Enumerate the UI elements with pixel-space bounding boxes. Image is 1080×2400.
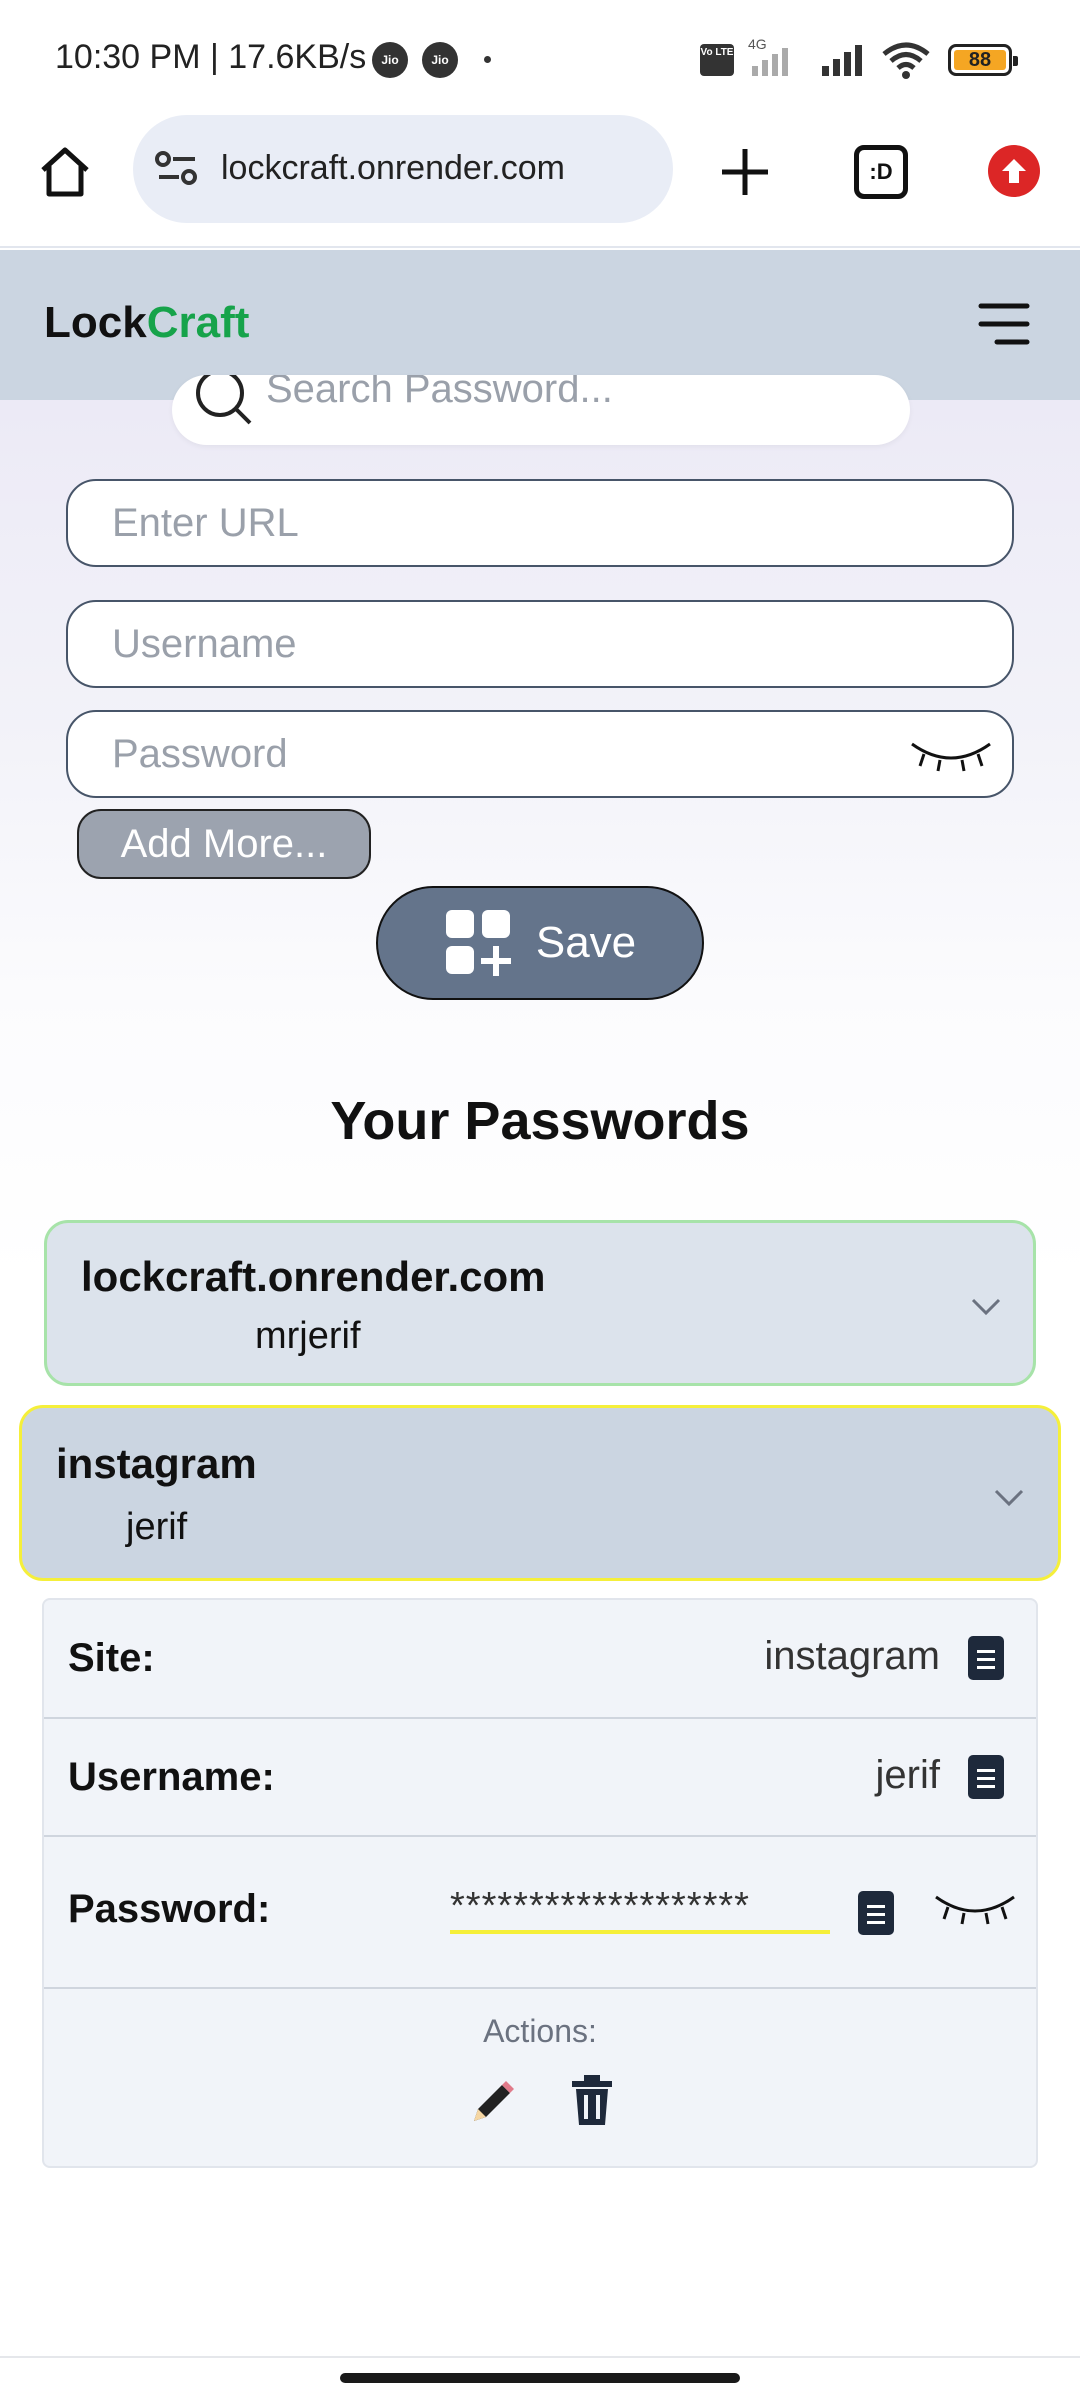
password-placeholder: Password: [112, 732, 288, 776]
chevron-down-icon[interactable]: [971, 1297, 1001, 1317]
add-more-button[interactable]: Add More...: [77, 809, 371, 879]
status-bar: 10:30 PM | 17.6KB/s Jio Jio Vo LTE 4G 88: [0, 0, 1080, 115]
detail-row-password: Password: *******************: [44, 1837, 1036, 1989]
card-username: jerif: [126, 1506, 188, 1548]
url-text: lockcraft.onrender.com: [221, 149, 565, 187]
search-input[interactable]: Search Password...: [172, 375, 910, 445]
detail-row-site: Site: instagram: [44, 1600, 1036, 1719]
add-grid-icon: [445, 910, 511, 976]
chevron-down-icon[interactable]: [994, 1488, 1024, 1508]
gesture-home-bar[interactable]: [340, 2373, 740, 2383]
actions-label: Actions:: [483, 2013, 597, 2049]
copy-icon[interactable]: [858, 1891, 894, 1935]
menu-button[interactable]: [972, 294, 1036, 354]
detail-row-username: Username: jerif: [44, 1719, 1036, 1837]
site-label: Site:: [68, 1636, 155, 1680]
wifi-icon: [882, 42, 930, 79]
search-placeholder: Search Password...: [266, 375, 613, 411]
password-input[interactable]: Password: [66, 710, 1014, 798]
notification-dot: [484, 56, 491, 63]
home-icon: [41, 147, 89, 197]
card-username: mrjerif: [255, 1315, 361, 1357]
copy-icon[interactable]: [968, 1755, 1004, 1799]
edit-pencil-icon[interactable]: [468, 2079, 516, 2127]
tab-switcher-button[interactable]: :D: [854, 145, 908, 199]
jio-icon: Jio: [372, 42, 408, 78]
password-card[interactable]: instagram jerif: [19, 1405, 1061, 1581]
browser-toolbar: lockcraft.onrender.com :D: [0, 115, 1080, 248]
trash-icon[interactable]: [570, 2075, 614, 2127]
eye-closed-icon[interactable]: [932, 1891, 1018, 1925]
password-label: Password:: [68, 1887, 271, 1931]
username-value: jerif: [875, 1753, 940, 1797]
site-value: instagram: [764, 1634, 940, 1678]
plus-icon: [722, 149, 768, 195]
password-card[interactable]: lockcraft.onrender.com mrjerif: [44, 1220, 1036, 1386]
hamburger-icon: [978, 303, 1030, 345]
new-tab-button[interactable]: [710, 137, 780, 207]
eye-closed-icon[interactable]: [908, 738, 994, 772]
section-title: Your Passwords: [330, 1091, 750, 1151]
search-icon: [196, 375, 252, 425]
save-label: Save: [535, 918, 637, 967]
update-button[interactable]: [988, 145, 1040, 197]
username-input[interactable]: Username: [66, 600, 1014, 688]
username-label: Username:: [68, 1755, 275, 1799]
home-button[interactable]: [30, 137, 100, 207]
upload-arrow-icon: [1002, 159, 1026, 183]
battery-icon: 88: [948, 44, 1018, 76]
url-input[interactable]: Enter URL: [66, 479, 1014, 567]
signal-icon: [822, 45, 862, 76]
brand-logo[interactable]: LockCraft: [44, 298, 249, 348]
main-content: Search Password... Enter URL Username Pa…: [0, 375, 1080, 2360]
url-placeholder: Enter URL: [112, 501, 299, 545]
detail-row-actions: Actions:: [44, 1989, 1036, 2169]
site-settings-icon[interactable]: [155, 151, 199, 187]
card-site: lockcraft.onrender.com: [81, 1253, 546, 1300]
password-value[interactable]: *******************: [450, 1885, 830, 1934]
jio-icon: Jio: [422, 42, 458, 78]
volte-icon: Vo LTE: [700, 44, 734, 76]
signal-icon: [752, 48, 788, 76]
username-placeholder: Username: [112, 622, 297, 666]
status-time: 10:30 PM | 17.6KB/s: [55, 38, 367, 76]
address-bar[interactable]: lockcraft.onrender.com: [133, 115, 673, 223]
save-button[interactable]: Save: [376, 886, 704, 1000]
copy-icon[interactable]: [968, 1636, 1004, 1680]
divider: [0, 2356, 1080, 2358]
password-detail-panel: Site: instagram Username: jerif Password…: [42, 1598, 1038, 2168]
card-site: instagram: [56, 1440, 257, 1487]
